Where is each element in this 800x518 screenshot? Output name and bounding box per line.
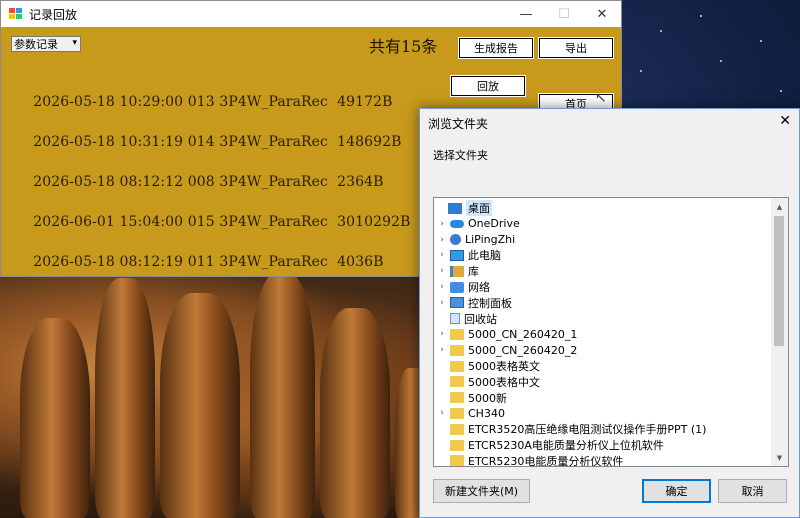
tree-item[interactable]: › LiPingZhi [436, 232, 515, 248]
tree-item[interactable]: › 5000_CN_260420_2 [436, 342, 577, 358]
tree-item[interactable]: 桌面 [434, 200, 492, 216]
folder-tree[interactable]: 桌面 › OneDrive › LiPingZhi › 此电脑 › 库 › 网络 › 控制面板 回收站 › 5… [433, 197, 789, 467]
minimize-button[interactable]: — [507, 1, 545, 27]
tree-item-label: 网络 [468, 281, 490, 294]
mouse-cursor-icon: ↖ [595, 90, 607, 106]
tree-item-label: 5000_CN_260420_2 [468, 343, 578, 357]
control-panel-icon [450, 297, 464, 309]
record-count-label: 共有15条 [369, 37, 438, 56]
chevron-down-icon: ▾ [72, 38, 77, 48]
tree-item[interactable]: › 5000_CN_260420_1 [436, 326, 577, 342]
chevron-right-icon[interactable]: › [436, 219, 448, 229]
rock-formation-image [0, 270, 430, 518]
tree-item[interactable]: › 库 [436, 263, 479, 279]
app-title: 记录回放 [29, 7, 78, 22]
app-icon [9, 8, 23, 20]
tree-item[interactable]: › 网络 [436, 279, 490, 295]
tree-scrollbar[interactable]: ▲ ▼ [771, 198, 788, 466]
tree-item-label: 桌面 [466, 200, 492, 216]
scroll-down-icon[interactable]: ▼ [771, 449, 788, 466]
tree-item[interactable]: ETCR3520高压绝缘电阻测试仪操作手册PPT (1) [436, 421, 706, 437]
folder-icon [450, 360, 464, 372]
folder-icon [450, 376, 464, 388]
export-button[interactable]: 导出 [538, 37, 614, 59]
chevron-right-icon[interactable]: › [436, 282, 448, 292]
tree-item[interactable]: ETCR5230电能质量分析仪软件 [436, 453, 624, 467]
tree-item-label: LiPingZhi [465, 233, 516, 247]
tree-item-label: 此电脑 [468, 249, 501, 263]
chevron-right-icon[interactable]: › [436, 250, 448, 260]
folder-icon [450, 423, 464, 435]
network-icon [450, 281, 464, 293]
tree-item[interactable]: › 控制面板 [436, 295, 512, 311]
folder-icon [450, 344, 464, 356]
chevron-right-icon[interactable]: › [436, 408, 448, 418]
browse-folder-dialog: 浏览文件夹 ✕ 选择文件夹 桌面 › OneDrive › LiPingZhi › 此电脑 ›… [419, 108, 800, 518]
tree-item[interactable]: 5000新 [436, 390, 507, 406]
library-icon [450, 265, 464, 277]
folder-icon [450, 328, 464, 340]
tree-item-label: ETCR3520高压绝缘电阻测试仪操作手册PPT (1) [468, 423, 707, 437]
dialog-close-button[interactable]: ✕ [779, 113, 791, 129]
chevron-right-icon[interactable]: › [436, 345, 448, 355]
generate-report-button[interactable]: 生成报告 [458, 37, 534, 59]
dialog-title: 浏览文件夹 [428, 117, 489, 131]
tree-item[interactable]: › OneDrive [436, 216, 520, 232]
tree-item[interactable]: ETCR5230A电能质量分析仪上位机软件 [436, 437, 664, 453]
tree-item-label: 库 [468, 265, 479, 279]
computer-icon [450, 249, 464, 261]
tree-item[interactable]: › CH340 [436, 405, 505, 421]
tree-item[interactable]: 回收站 [436, 311, 497, 327]
dialog-prompt: 选择文件夹 [433, 149, 488, 162]
tree-item-label: 5000表格英文 [468, 360, 540, 373]
desktop-icon [448, 202, 462, 214]
tree-item-label: 5000_CN_260420_1 [468, 327, 578, 341]
playback-button[interactable]: 回放 [450, 75, 526, 97]
tree-item-label: 5000表格中文 [468, 375, 540, 389]
new-folder-button[interactable]: 新建文件夹(M) [433, 479, 530, 503]
record-row[interactable]: 2026-05-18 08:12:19 011 3P4W_ParaRec 403… [15, 238, 384, 286]
user-icon [450, 234, 461, 246]
recycle-bin-icon [450, 313, 460, 325]
scroll-up-icon[interactable]: ▲ [771, 198, 788, 215]
maximize-button[interactable]: ☐ [545, 1, 583, 27]
tree-item[interactable]: 5000表格英文 [436, 358, 540, 374]
chevron-right-icon[interactable]: › [436, 235, 448, 245]
tree-item-label: 控制面板 [468, 296, 512, 310]
cancel-button[interactable]: 取消 [718, 479, 787, 503]
chevron-right-icon[interactable]: › [436, 298, 448, 308]
close-button[interactable]: ✕ [583, 1, 621, 27]
tree-item-label: ETCR5230电能质量分析仪软件 [468, 454, 624, 467]
scroll-thumb[interactable] [774, 216, 784, 346]
ok-button[interactable]: 确定 [642, 479, 711, 503]
folder-icon [450, 407, 464, 419]
tree-item[interactable]: › 此电脑 [436, 247, 501, 263]
tree-item-label: 回收站 [464, 312, 497, 326]
tree-item-label: OneDrive [468, 217, 520, 231]
tree-item-label: 5000新 [468, 391, 507, 405]
record-type-value: 参数记录 [14, 38, 58, 51]
tree-item-label: CH340 [468, 406, 505, 420]
folder-icon [450, 392, 464, 404]
chevron-right-icon[interactable]: › [436, 329, 448, 339]
chevron-right-icon[interactable]: › [436, 266, 448, 276]
folder-icon [450, 455, 464, 466]
tree-item[interactable]: 5000表格中文 [436, 374, 540, 390]
record-type-select[interactable]: 参数记录 ▾ [11, 36, 81, 52]
app-titlebar: 记录回放 — ☐ ✕ [1, 1, 621, 27]
folder-icon [450, 439, 464, 451]
tree-item-label: ETCR5230A电能质量分析仪上位机软件 [468, 439, 664, 452]
cloud-icon [450, 219, 464, 228]
